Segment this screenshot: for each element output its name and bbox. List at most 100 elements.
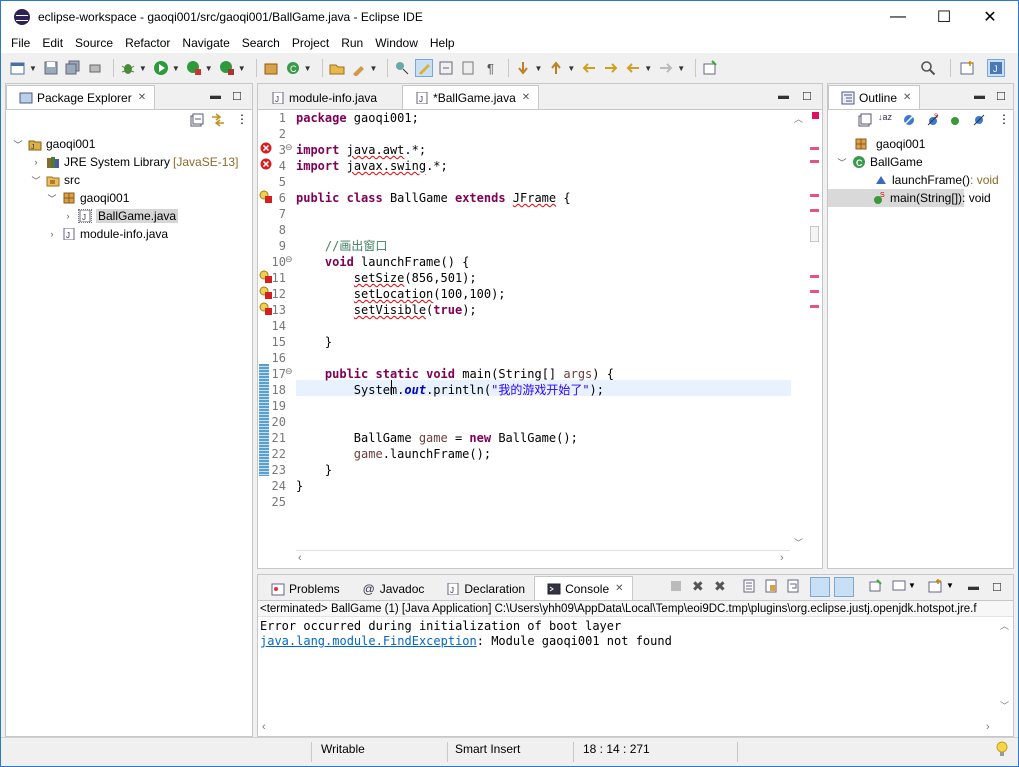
outline-item-launchframe[interactable]: launchFrame() : void <box>828 171 1013 189</box>
menu-navigate[interactable]: Navigate <box>176 36 235 50</box>
tree-item-package[interactable]: ﹀ gaoqi001 <box>6 189 252 207</box>
new-icon[interactable] <box>9 59 27 77</box>
forward-dropdown-icon[interactable]: ▼ <box>677 64 685 73</box>
hide-local-types-icon[interactable] <box>972 113 986 130</box>
scroll-lock-icon[interactable] <box>764 579 778 596</box>
error-marker[interactable] <box>810 209 819 212</box>
new-java-package-icon[interactable] <box>262 59 280 77</box>
view-menu-icon[interactable]: ⋮ <box>998 112 1010 126</box>
maximize-view-icon[interactable]: ☐ <box>996 90 1006 103</box>
minimize-view-icon[interactable]: ▬ <box>974 90 985 102</box>
menu-file[interactable]: File <box>5 36 36 50</box>
new-class-dropdown-icon[interactable]: ▼ <box>304 64 312 73</box>
tab-problems[interactable]: Problems <box>258 576 349 600</box>
sort-icon[interactable]: ↓az <box>878 112 892 122</box>
tree-item-jre-library[interactable]: › JRE System Library [JavaSE-13] <box>6 153 252 171</box>
error-marker[interactable] <box>810 147 819 150</box>
debug-icon[interactable] <box>119 59 137 77</box>
expanded-chevron-icon[interactable]: ﹀ <box>836 156 848 169</box>
maximize-view-icon[interactable]: ☐ <box>802 90 812 103</box>
hide-static-icon[interactable]: S <box>926 113 940 130</box>
fold-collapse-icon[interactable]: ⊖ <box>285 366 293 377</box>
exception-link[interactable]: java.lang.module.FindException <box>260 634 477 648</box>
tab-console[interactable]: Console ✕ <box>534 576 633 600</box>
forward-icon[interactable] <box>657 59 675 77</box>
save-all-icon[interactable] <box>64 59 82 77</box>
remove-launch-icon[interactable]: ✖ <box>692 578 704 595</box>
display-selected-console-icon[interactable] <box>892 579 906 596</box>
back-dropdown-icon[interactable]: ▼ <box>644 64 652 73</box>
coverage-icon[interactable] <box>185 59 203 77</box>
code-text[interactable]: package gaoqi001; import java.awt.*; imp… <box>296 110 791 510</box>
run-dropdown-icon[interactable]: ▼ <box>172 64 180 73</box>
clear-console-icon[interactable] <box>742 579 756 596</box>
mark-occurrences-icon[interactable] <box>415 59 434 77</box>
pin-editor-icon[interactable] <box>701 59 719 77</box>
new-dropdown-icon[interactable]: ▼ <box>29 64 37 73</box>
search-tool-icon[interactable] <box>350 59 368 77</box>
menu-window[interactable]: Window <box>369 36 424 50</box>
next-edit-location-icon[interactable] <box>602 59 620 77</box>
menu-run[interactable]: Run <box>335 36 369 50</box>
close-button[interactable]: ✕ <box>967 1 1013 33</box>
print-icon[interactable] <box>86 59 104 77</box>
expanded-chevron-icon[interactable]: ﹀ <box>46 192 58 205</box>
hide-fields-icon[interactable] <box>902 113 916 130</box>
fold-collapse-icon[interactable]: ⊖ <box>285 142 293 153</box>
last-edit-location-icon[interactable] <box>580 59 598 77</box>
menu-refactor[interactable]: Refactor <box>119 36 176 50</box>
collapsed-chevron-icon[interactable]: › <box>46 229 58 239</box>
debug-dropdown-icon[interactable]: ▼ <box>139 64 147 73</box>
outline-item-main[interactable]: S main(String[]) : void <box>828 189 991 207</box>
search-dropdown-icon[interactable]: ▼ <box>370 64 378 73</box>
tree-item-src[interactable]: ﹀ src <box>6 171 252 189</box>
menu-search[interactable]: Search <box>236 36 286 50</box>
collapsed-chevron-icon[interactable]: › <box>62 211 74 221</box>
maximize-view-icon[interactable]: ☐ <box>232 90 242 103</box>
outline-item-package[interactable]: gaoqi001 <box>828 135 1013 153</box>
menu-help[interactable]: Help <box>424 36 461 50</box>
outline-item-class[interactable]: ﹀ C BallGame <box>828 153 1013 171</box>
close-tab-icon[interactable]: ✕ <box>522 92 530 103</box>
word-wrap-icon[interactable] <box>786 579 800 596</box>
minimize-view-icon[interactable]: ▬ <box>968 581 979 593</box>
external-tools-icon[interactable] <box>218 59 236 77</box>
scroll-right-icon[interactable]: › <box>780 552 784 564</box>
tab-module-info[interactable]: J module-info.java <box>258 85 386 109</box>
collapse-all-icon[interactable] <box>190 113 204 130</box>
error-marker[interactable] <box>810 290 819 293</box>
error-marker[interactable] <box>810 160 819 163</box>
open-perspective-icon[interactable] <box>958 59 976 77</box>
tab-declaration[interactable]: J Declaration <box>433 576 534 600</box>
close-tab-icon[interactable]: ✕ <box>903 92 911 103</box>
next-annotation-dropdown-icon[interactable]: ▼ <box>534 64 542 73</box>
block-selection-icon[interactable] <box>437 59 455 77</box>
menu-project[interactable]: Project <box>286 36 335 50</box>
scroll-up-icon[interactable]: ︿ <box>1000 619 1009 632</box>
tips-lightbulb-icon[interactable] <box>995 740 1009 761</box>
error-marker[interactable] <box>810 194 819 197</box>
open-type-icon[interactable] <box>328 59 346 77</box>
close-tab-icon[interactable]: ✕ <box>615 583 623 594</box>
minimize-view-icon[interactable]: ▬ <box>210 90 221 102</box>
menu-edit[interactable]: Edit <box>36 36 69 50</box>
next-annotation-icon[interactable] <box>514 59 532 77</box>
java-perspective-icon[interactable]: J <box>987 59 1005 77</box>
remove-all-terminated-icon[interactable]: ✖ <box>714 578 726 595</box>
run-icon[interactable] <box>152 59 170 77</box>
open-console-icon[interactable] <box>928 579 942 596</box>
word-wrap-icon[interactable] <box>459 59 477 77</box>
display-console-dropdown-icon[interactable]: ▼ <box>908 581 916 590</box>
collapsed-chevron-icon[interactable]: › <box>30 157 42 167</box>
show-console-on-error-icon[interactable] <box>834 577 854 597</box>
expanded-chevron-icon[interactable]: ﹀ <box>30 174 42 187</box>
tab-javadoc[interactable]: @ Javadoc <box>349 576 434 600</box>
minimize-view-icon[interactable]: ▬ <box>778 90 789 102</box>
collapse-all-icon[interactable] <box>858 113 872 130</box>
scroll-left-icon[interactable]: ‹ <box>298 552 302 564</box>
show-console-on-output-icon[interactable] <box>810 577 830 597</box>
minimize-button[interactable]: — <box>875 1 921 33</box>
scroll-up-icon[interactable]: ︿ <box>794 112 803 125</box>
terminate-icon[interactable] <box>670 580 682 595</box>
back-icon[interactable] <box>624 59 642 77</box>
